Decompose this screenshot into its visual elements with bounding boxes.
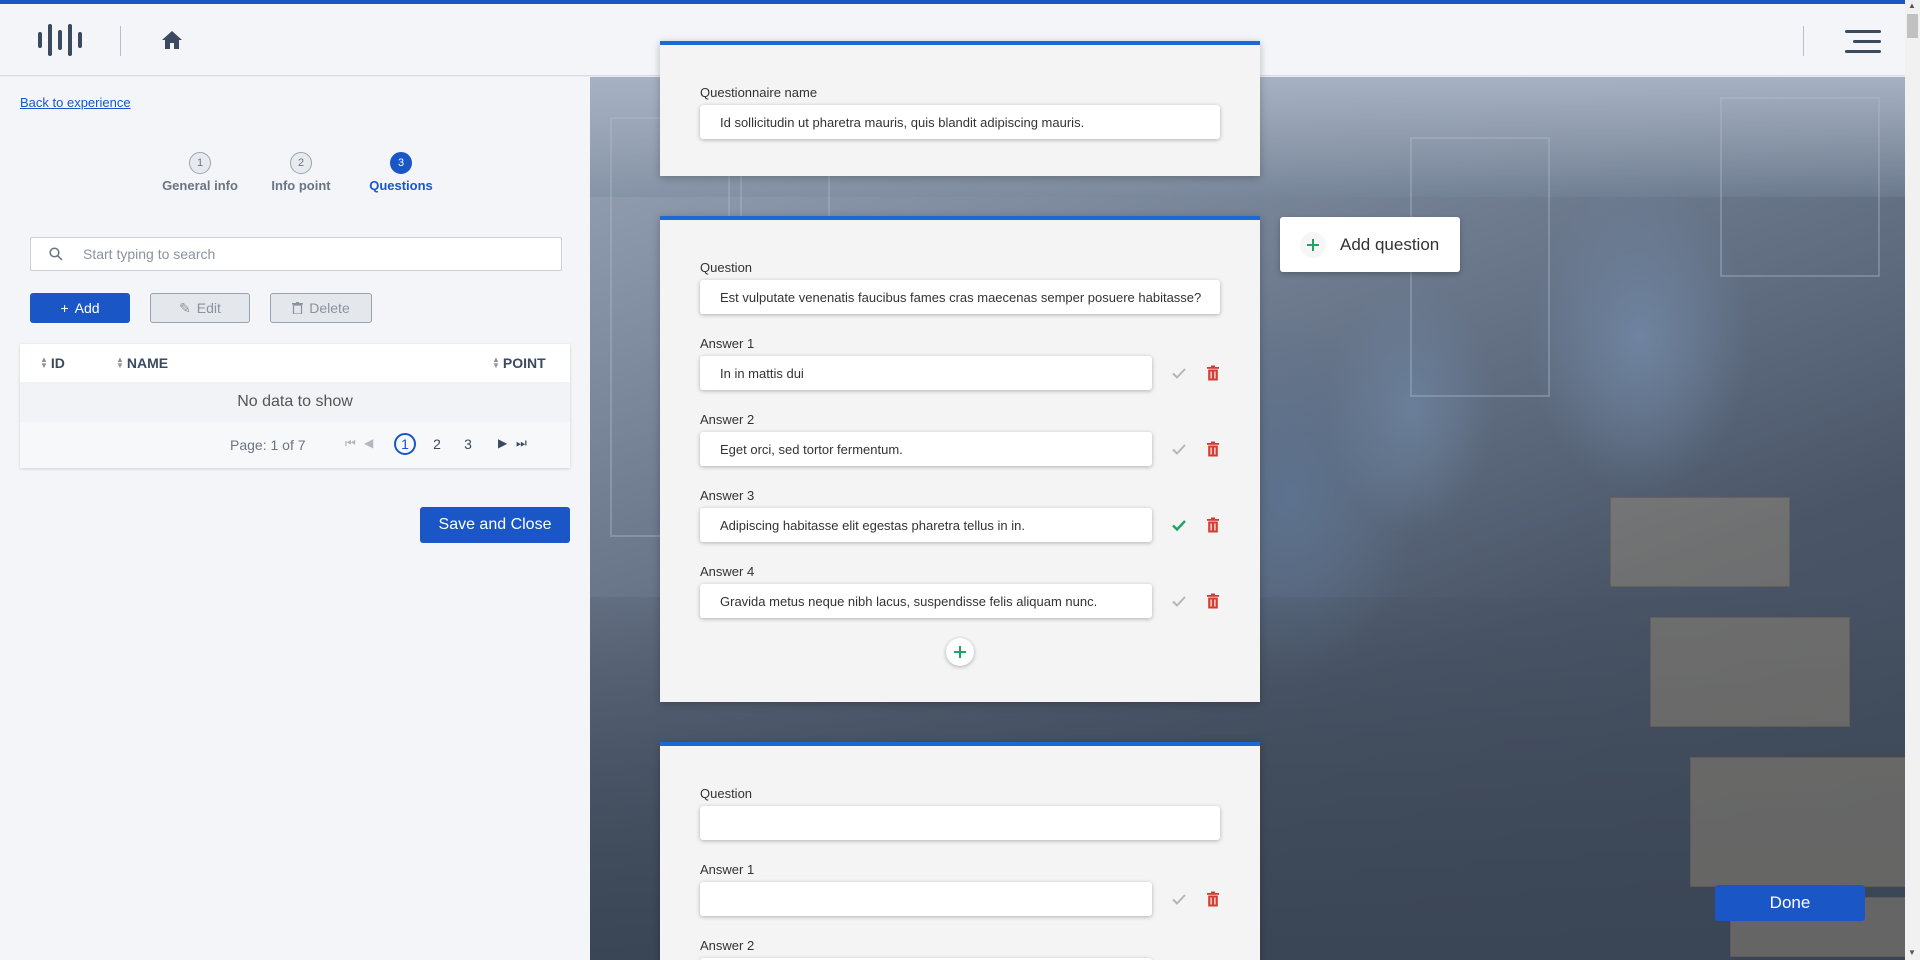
last-page-icon[interactable]: ⏭ bbox=[516, 436, 527, 451]
step-label: Info point bbox=[271, 178, 331, 193]
page-number[interactable]: 1 bbox=[394, 433, 416, 455]
column-label: NAME bbox=[126, 355, 169, 371]
home-icon[interactable] bbox=[160, 28, 184, 52]
mark-correct-check-icon[interactable] bbox=[1171, 441, 1187, 457]
step-number: 1 bbox=[189, 152, 211, 174]
scrollbar-thumb[interactable] bbox=[1907, 14, 1918, 38]
question-input[interactable] bbox=[700, 806, 1220, 840]
column-header-point[interactable]: ▲ ▼ POINT bbox=[492, 355, 546, 371]
delete-button[interactable]: Delete bbox=[270, 293, 372, 323]
search-icon bbox=[49, 247, 63, 261]
step-info-point[interactable]: 2 Info point bbox=[251, 152, 351, 193]
search-box bbox=[30, 237, 562, 271]
delete-answer-trash-icon[interactable] bbox=[1206, 593, 1220, 609]
delete-button-label: Delete bbox=[309, 300, 350, 316]
questionnaire-editor: Questionnaire name Id sollicitudin ut ph… bbox=[660, 0, 1260, 960]
data-table: ▲ ▼ ID ▲ ▼ NAME ▲ ▼ POINT No data to show P… bbox=[20, 344, 570, 468]
step-label: Questions bbox=[369, 178, 433, 193]
question-card: Question Est vulputate venenatis faucibu… bbox=[660, 216, 1260, 702]
empty-table-message: No data to show bbox=[20, 382, 570, 422]
next-page-icon[interactable]: ▶ bbox=[498, 436, 507, 450]
answer-label: Answer 4 bbox=[700, 564, 755, 579]
header-divider bbox=[1803, 26, 1804, 56]
brand-logo[interactable] bbox=[38, 24, 82, 56]
answer-label: Answer 2 bbox=[700, 938, 755, 953]
question-label: Question bbox=[700, 786, 753, 801]
edit-button[interactable]: ✎ Edit bbox=[150, 293, 250, 323]
column-header-id[interactable]: ▲ ▼ ID bbox=[40, 355, 65, 371]
header-divider bbox=[120, 26, 121, 56]
delete-answer-trash-icon[interactable] bbox=[1206, 441, 1220, 457]
page-scrollbar[interactable]: ▲ ▼ bbox=[1905, 0, 1920, 960]
answer-input[interactable] bbox=[700, 882, 1152, 916]
plus-icon: + bbox=[60, 300, 69, 316]
done-button[interactable]: Done bbox=[1715, 885, 1865, 921]
add-button[interactable]: + Add bbox=[30, 293, 130, 323]
page-info: Page: 1 of 7 bbox=[230, 437, 306, 453]
trash-icon bbox=[292, 302, 304, 314]
sort-icon: ▲ ▼ bbox=[492, 355, 500, 370]
add-question-label: Add question bbox=[1340, 234, 1440, 254]
back-to-experience-link[interactable]: Back to experience bbox=[20, 95, 131, 110]
first-page-icon[interactable]: ⏮ bbox=[345, 436, 356, 451]
answer-input[interactable]: Adipiscing habitasse elit egestas pharet… bbox=[700, 508, 1152, 542]
plus-icon bbox=[954, 646, 966, 658]
scroll-down-arrow-icon[interactable]: ▼ bbox=[1908, 948, 1916, 957]
hamburger-menu-icon[interactable] bbox=[1845, 28, 1881, 56]
question-card: Question Answer 1 Answer 2 bbox=[660, 742, 1260, 960]
left-panel: Back to experience 1 General info 2 Info… bbox=[0, 77, 590, 960]
answer-label: Answer 3 bbox=[700, 488, 755, 503]
table-header: ▲ ▼ ID ▲ ▼ NAME ▲ ▼ POINT bbox=[20, 344, 570, 382]
answer-input[interactable]: Gravida metus neque nibh lacus, suspendi… bbox=[700, 584, 1152, 618]
step-number: 2 bbox=[290, 152, 312, 174]
add-button-label: Add bbox=[74, 300, 100, 316]
mark-correct-check-icon[interactable] bbox=[1171, 593, 1187, 609]
prev-page-icon[interactable]: ◀ bbox=[364, 436, 373, 450]
sort-icon: ▲ ▼ bbox=[40, 355, 48, 370]
pagination: Page: 1 of 7 ⏮ ◀ 1 2 3 ▶ ⏭ bbox=[20, 422, 570, 468]
step-general-info[interactable]: 1 General info bbox=[150, 152, 250, 193]
answer-label: Answer 2 bbox=[700, 412, 755, 427]
scroll-up-arrow-icon[interactable]: ▲ bbox=[1908, 1, 1916, 10]
answer-label: Answer 1 bbox=[700, 862, 755, 877]
delete-answer-trash-icon[interactable] bbox=[1206, 365, 1220, 381]
mark-correct-check-icon[interactable] bbox=[1171, 365, 1187, 381]
questionnaire-name-input[interactable]: Id sollicitudin ut pharetra mauris, quis… bbox=[700, 105, 1220, 139]
mark-correct-check-icon[interactable] bbox=[1171, 891, 1187, 907]
column-label: ID bbox=[50, 355, 65, 371]
correct-answer-check-icon[interactable] bbox=[1171, 517, 1187, 533]
edit-button-label: Edit bbox=[196, 300, 221, 316]
add-answer-button[interactable] bbox=[946, 638, 974, 666]
page-number[interactable]: 3 bbox=[457, 433, 479, 455]
step-questions[interactable]: 3 Questions bbox=[351, 152, 451, 193]
questionnaire-name-label: Questionnaire name bbox=[700, 85, 818, 100]
question-label: Question bbox=[700, 260, 753, 275]
column-header-name[interactable]: ▲ ▼ NAME bbox=[116, 355, 168, 371]
answer-input[interactable]: In in mattis dui bbox=[700, 356, 1152, 390]
delete-answer-trash-icon[interactable] bbox=[1206, 891, 1220, 907]
step-number: 3 bbox=[390, 152, 412, 174]
questionnaire-name-card: Questionnaire name Id sollicitudin ut ph… bbox=[660, 41, 1260, 176]
pencil-icon: ✎ bbox=[179, 299, 191, 316]
step-label: General info bbox=[162, 178, 238, 193]
column-label: POINT bbox=[502, 355, 546, 371]
sort-icon: ▲ ▼ bbox=[116, 355, 124, 370]
answer-input[interactable]: Eget orci, sed tortor fermentum. bbox=[700, 432, 1152, 466]
save-and-close-button[interactable]: Save and Close bbox=[420, 507, 570, 543]
delete-answer-trash-icon[interactable] bbox=[1206, 517, 1220, 533]
question-input[interactable]: Est vulputate venenatis faucibus fames c… bbox=[700, 280, 1220, 314]
search-input[interactable] bbox=[83, 238, 543, 270]
answer-label: Answer 1 bbox=[700, 336, 755, 351]
add-question-button[interactable]: Add question bbox=[1280, 217, 1460, 272]
plus-icon bbox=[1300, 231, 1326, 258]
wizard-stepper: 1 General info 2 Info point 3 Questions bbox=[150, 152, 450, 202]
page-number[interactable]: 2 bbox=[426, 433, 448, 455]
